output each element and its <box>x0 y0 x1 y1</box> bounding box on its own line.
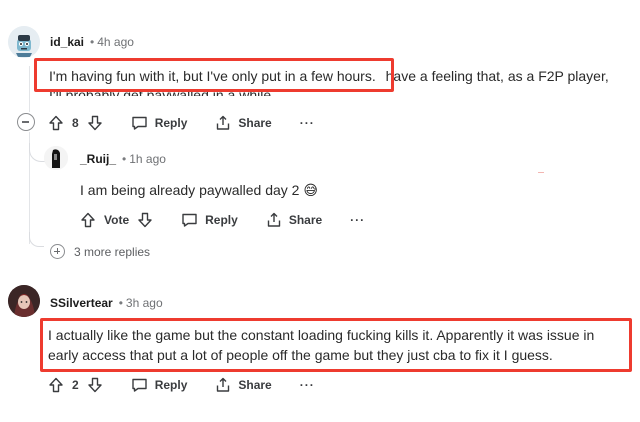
upvote-button[interactable] <box>48 377 64 393</box>
vote-count: 8 <box>72 116 79 130</box>
more-options-button[interactable]: ··· <box>350 213 365 227</box>
downvote-icon <box>87 115 102 131</box>
upvote-button[interactable] <box>80 212 96 228</box>
comment-meta: _Ruij_ • 1h ago <box>80 152 166 166</box>
reply-button[interactable]: Reply <box>181 212 238 228</box>
comment-meta: SSilvertear • 3h ago <box>50 296 163 310</box>
downvote-icon <box>87 377 102 393</box>
more-options-button[interactable]: ··· <box>300 116 315 130</box>
upvote-icon <box>49 377 63 393</box>
more-replies-branch-line <box>29 232 44 247</box>
share-button[interactable]: Share <box>215 115 272 131</box>
timestamp: 4h ago <box>97 35 134 49</box>
more-options-button[interactable]: ··· <box>300 378 315 392</box>
reply-button[interactable]: Reply <box>131 377 188 393</box>
comment-bubble-icon <box>131 116 147 130</box>
comment-text: I am being already paywalled day 2 😅 <box>80 182 318 198</box>
comment-text: have a feeling that, as a F2P player, <box>385 68 609 84</box>
share-icon <box>217 115 230 130</box>
upvote-icon <box>49 115 63 131</box>
plus-circle-icon <box>50 244 65 259</box>
separator-dot: • <box>122 152 127 166</box>
collapse-thread-button[interactable] <box>17 113 35 131</box>
comment-bubble-icon <box>131 378 147 392</box>
username[interactable]: id_kai <box>50 35 84 49</box>
upvote-button[interactable] <box>48 115 64 131</box>
thread-line <box>29 66 30 112</box>
more-replies-label: 3 more replies <box>74 244 151 259</box>
reply-label: Reply <box>205 213 238 227</box>
comment-meta: id_kai • 4h ago <box>50 35 134 49</box>
upvote-icon <box>81 212 95 228</box>
share-icon <box>217 377 230 392</box>
comment-actions: 2 Reply Share ··· <box>48 377 315 393</box>
downvote-button[interactable] <box>87 115 103 131</box>
reply-label: Reply <box>154 116 188 130</box>
reply-label: Reply <box>154 378 188 392</box>
downvote-icon <box>138 212 152 228</box>
timestamp: 3h ago <box>125 296 163 310</box>
avatar[interactable] <box>8 26 40 58</box>
share-button[interactable]: Share <box>266 212 322 228</box>
highlight-box <box>40 318 632 372</box>
separator-dot: • <box>90 35 95 49</box>
share-icon <box>267 212 281 227</box>
username[interactable]: _Ruij_ <box>80 152 116 166</box>
share-label: Share <box>238 116 272 130</box>
highlight-box <box>34 58 394 92</box>
separator-dot: • <box>118 296 123 310</box>
downvote-button[interactable] <box>137 212 153 228</box>
comment-actions: 8 Reply Share ··· <box>48 115 315 131</box>
avatar[interactable] <box>44 146 68 170</box>
divider-mark <box>538 172 544 173</box>
comment-body: I am being already paywalled day 2 😅 <box>80 180 318 200</box>
vote-count: 2 <box>72 378 79 392</box>
comment-bubble-icon <box>182 213 197 227</box>
more-replies-button[interactable]: 3 more replies <box>50 244 150 259</box>
share-label: Share <box>288 213 323 227</box>
avatar[interactable] <box>8 285 40 317</box>
username[interactable]: SSilvertear <box>50 296 113 310</box>
share-button[interactable]: Share <box>215 377 272 393</box>
downvote-button[interactable] <box>87 377 103 393</box>
timestamp: 1h ago <box>129 152 166 166</box>
vote-label: Vote <box>104 213 130 227</box>
comment-thread: id_kai • 4h ago I'm having fun with it, bu… <box>0 0 640 422</box>
share-label: Share <box>238 378 272 392</box>
comment-actions: Vote Reply Share ··· <box>80 212 365 228</box>
reply-button[interactable]: Reply <box>131 115 188 131</box>
